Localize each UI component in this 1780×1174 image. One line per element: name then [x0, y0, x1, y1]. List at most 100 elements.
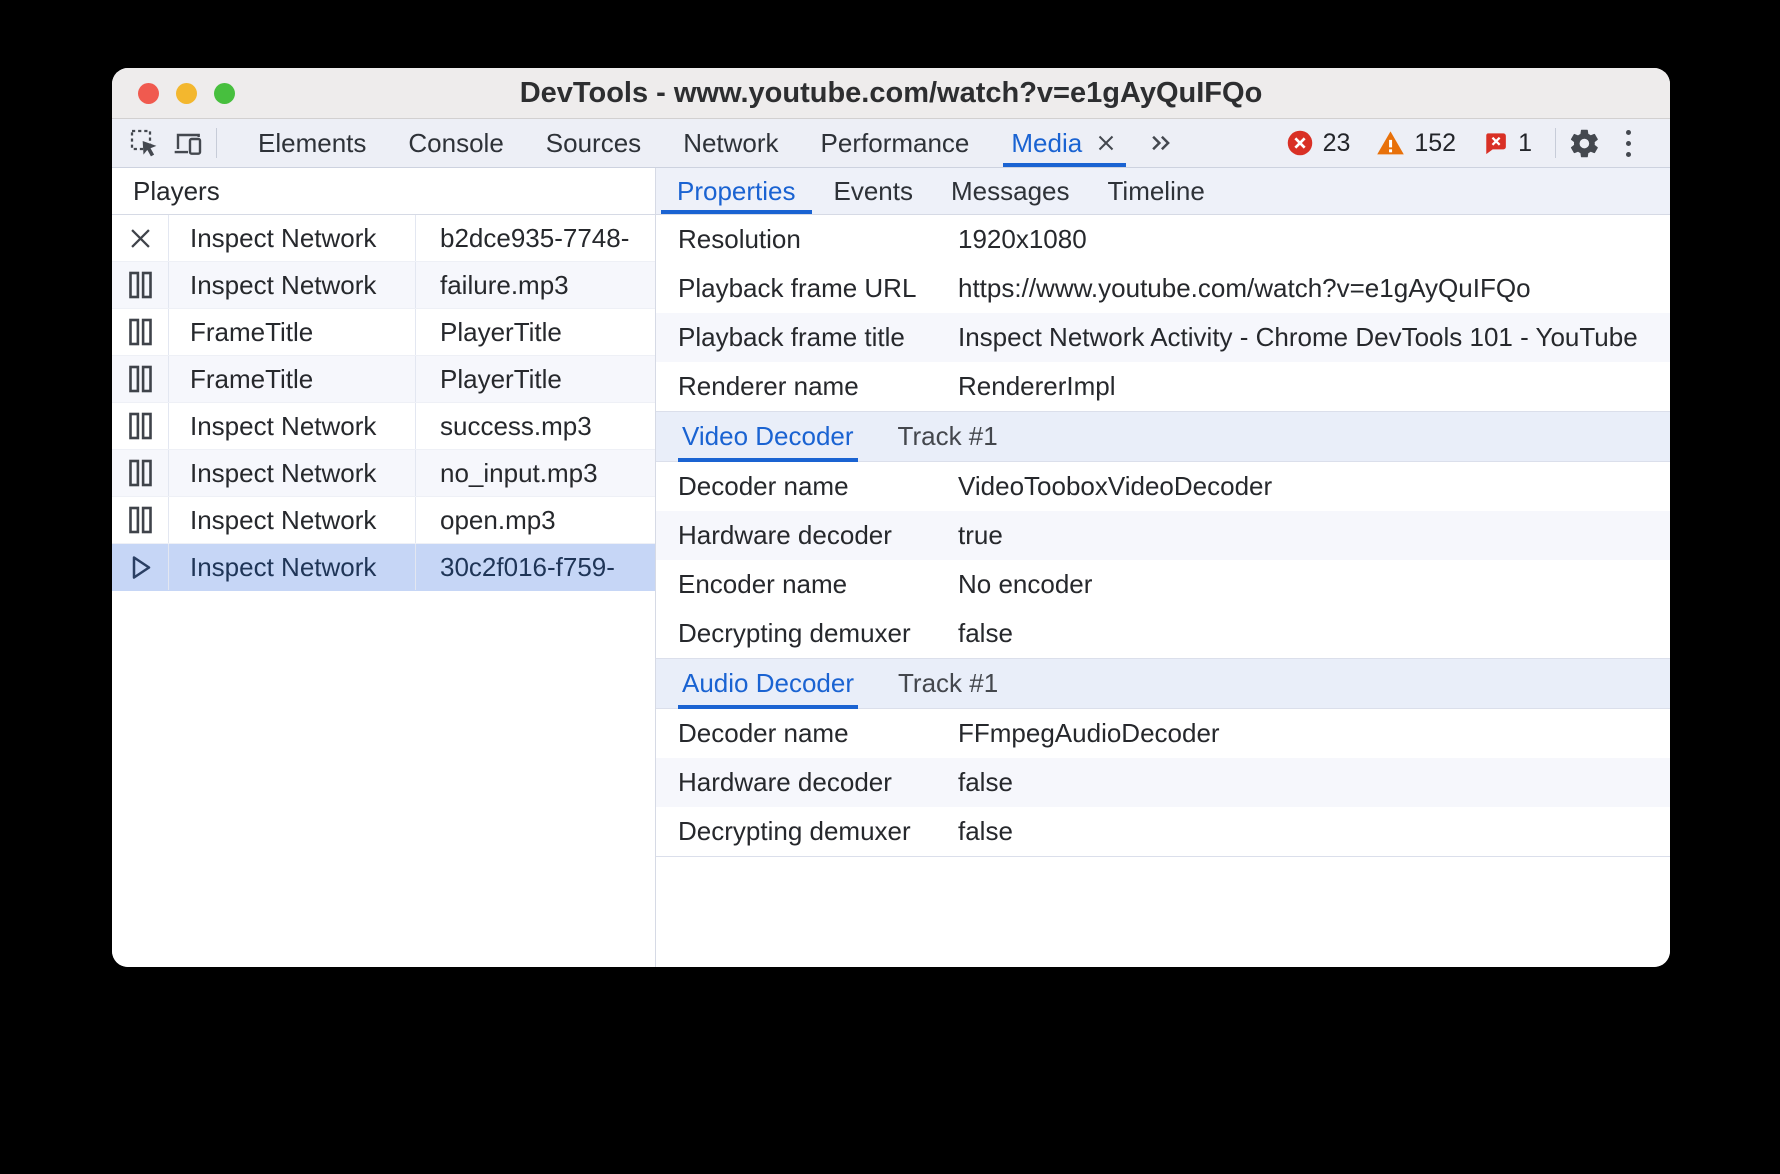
property-value: true	[958, 520, 1670, 551]
toolbar-divider	[1555, 128, 1556, 158]
pause-icon	[127, 317, 154, 347]
player-row[interactable]: FrameTitle PlayerTitle	[112, 309, 655, 356]
players-panel-title: Players	[112, 168, 655, 215]
player-name: Inspect Network	[168, 403, 416, 449]
property-row: Decoder name VideoTooboxVideoDecoder	[656, 462, 1670, 511]
property-row: Playback frame title Inspect Network Act…	[656, 313, 1670, 362]
device-toolbar-icon[interactable]	[166, 121, 210, 165]
player-value: b2dce935-7748-	[416, 215, 655, 261]
player-row[interactable]: Inspect Network b2dce935-7748-	[112, 215, 655, 262]
property-label: Decrypting demuxer	[656, 816, 958, 847]
player-row[interactable]: Inspect Network no_input.mp3	[112, 450, 655, 497]
player-row[interactable]: Inspect Network failure.mp3	[112, 262, 655, 309]
property-label: Hardware decoder	[656, 520, 958, 551]
properties-table: Resolution 1920x1080 Playback frame URL …	[656, 215, 1670, 411]
player-name: Inspect Network	[168, 497, 416, 543]
property-value: https://www.youtube.com/watch?v=e1gAyQuI…	[958, 273, 1670, 304]
traffic-lights	[138, 83, 235, 104]
player-value: success.mp3	[416, 403, 655, 449]
player-value: no_input.mp3	[416, 450, 655, 496]
property-value: Inspect Network Activity - Chrome DevToo…	[958, 322, 1670, 353]
audio-decoder-section-bar: Audio Decoder Track #1	[656, 658, 1670, 709]
tab-media-label: Media	[1011, 128, 1082, 159]
property-value: VideoTooboxVideoDecoder	[958, 471, 1670, 502]
player-name: Inspect Network	[168, 544, 416, 590]
video-decoder-section-bar: Video Decoder Track #1	[656, 411, 1670, 462]
property-row: Resolution 1920x1080	[656, 215, 1670, 264]
tab-video-decoder[interactable]: Video Decoder	[678, 412, 858, 461]
devtools-window: DevTools - www.youtube.com/watch?v=e1gAy…	[112, 68, 1670, 967]
property-value: false	[958, 767, 1670, 798]
toolbar-divider	[216, 128, 217, 158]
issues-badge[interactable]: 1	[1475, 129, 1539, 158]
properties-panel-tab[interactable]: Events	[815, 168, 933, 214]
property-label: Playback frame URL	[656, 273, 958, 304]
issues-count: 1	[1518, 129, 1532, 158]
property-label: Playback frame title	[656, 322, 958, 353]
property-row: Decoder name FFmpegAudioDecoder	[656, 709, 1670, 758]
section-divider	[656, 856, 1670, 857]
close-window-button[interactable]	[138, 83, 159, 104]
error-icon	[1286, 129, 1314, 157]
tab-audio-track-1[interactable]: Track #1	[898, 659, 998, 708]
properties-panel-tab[interactable]: Timeline	[1089, 168, 1224, 214]
player-row[interactable]: FrameTitle PlayerTitle	[112, 356, 655, 403]
player-value: 30c2f016-f759-	[416, 544, 655, 590]
property-label: Encoder name	[656, 569, 958, 600]
minimize-window-button[interactable]	[176, 83, 197, 104]
player-row[interactable]: Inspect Network open.mp3	[112, 497, 655, 544]
property-row: Hardware decoder true	[656, 511, 1670, 560]
property-row: Decrypting demuxer false	[656, 807, 1670, 856]
pause-icon	[127, 411, 154, 441]
window-title: DevTools - www.youtube.com/watch?v=e1gAy…	[112, 77, 1670, 110]
panel-tab[interactable]: Network	[662, 119, 799, 167]
inspect-icon[interactable]	[122, 121, 166, 165]
kebab-menu-icon[interactable]	[1606, 121, 1650, 165]
zoom-window-button[interactable]	[214, 83, 235, 104]
properties-panel: Properties Events Messages Timeline Reso…	[656, 168, 1670, 967]
player-name: FrameTitle	[168, 309, 416, 355]
panel-tab[interactable]: Elements	[237, 119, 387, 167]
property-label: Hardware decoder	[656, 767, 958, 798]
player-value: PlayerTitle	[416, 309, 655, 355]
video-decoder-table: Decoder name VideoTooboxVideoDecoder Har…	[656, 462, 1670, 658]
pause-icon	[127, 364, 154, 394]
issues-icon	[1482, 130, 1509, 157]
warnings-badge[interactable]: 152	[1369, 129, 1463, 158]
property-label: Decrypting demuxer	[656, 618, 958, 649]
warning-icon	[1376, 129, 1405, 158]
panel-tab[interactable]: Performance	[800, 119, 991, 167]
pause-icon	[127, 505, 154, 535]
player-row[interactable]: Inspect Network success.mp3	[112, 403, 655, 450]
property-row: Playback frame URL https://www.youtube.c…	[656, 264, 1670, 313]
more-tabs-chevron-icon[interactable]	[1138, 121, 1182, 165]
property-label: Decoder name	[656, 718, 958, 749]
panel-tab[interactable]: Console	[387, 119, 524, 167]
player-name: FrameTitle	[168, 356, 416, 402]
property-value: false	[958, 618, 1670, 649]
player-value: failure.mp3	[416, 262, 655, 308]
pause-icon	[127, 458, 154, 488]
property-value: 1920x1080	[958, 224, 1670, 255]
titlebar: DevTools - www.youtube.com/watch?v=e1gAy…	[112, 68, 1670, 119]
properties-panel-tab[interactable]: Properties	[658, 168, 815, 214]
panel-tab[interactable]: Sources	[525, 119, 662, 167]
player-name: Inspect Network	[168, 450, 416, 496]
errors-badge[interactable]: 23	[1279, 129, 1358, 158]
close-icon[interactable]	[1094, 131, 1118, 155]
warnings-count: 152	[1414, 129, 1456, 158]
devtools-toolbar: Elements Console Sources Network Perform…	[112, 119, 1670, 168]
properties-panel-tab[interactable]: Messages	[932, 168, 1089, 214]
tab-audio-decoder[interactable]: Audio Decoder	[678, 659, 858, 708]
player-row[interactable]: Inspect Network 30c2f016-f759-	[112, 544, 655, 591]
gear-icon[interactable]	[1562, 121, 1606, 165]
properties-tabbar: Properties Events Messages Timeline	[656, 168, 1670, 215]
property-row: Hardware decoder false	[656, 758, 1670, 807]
player-value: open.mp3	[416, 497, 655, 543]
status-badges: 23 152 1	[1279, 129, 1539, 158]
player-name: Inspect Network	[168, 215, 416, 261]
tab-video-track-1[interactable]: Track #1	[898, 412, 998, 461]
tab-media[interactable]: Media	[1001, 119, 1128, 167]
errors-count: 23	[1323, 129, 1351, 158]
property-value: FFmpegAudioDecoder	[958, 718, 1670, 749]
